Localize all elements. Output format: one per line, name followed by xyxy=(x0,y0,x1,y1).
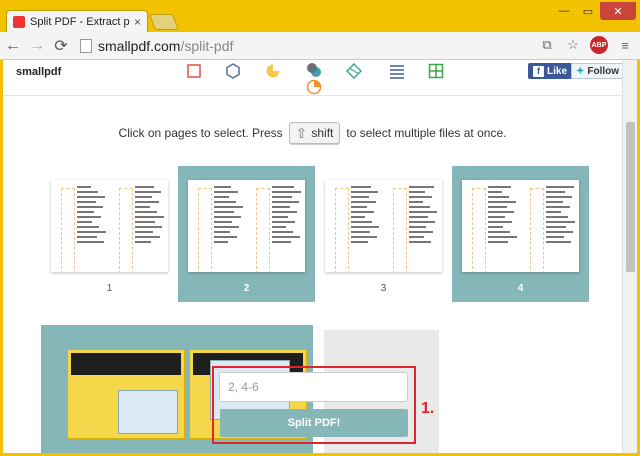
menu-icon[interactable]: ≡ xyxy=(616,36,634,54)
back-arrow-icon[interactable]: ← xyxy=(2,35,24,57)
pie-icon[interactable] xyxy=(306,79,322,95)
address-bar[interactable]: smallpdf.com/split-pdf xyxy=(80,35,550,57)
adblock-plus-icon[interactable]: ABP xyxy=(590,36,608,54)
page-number-label: 3 xyxy=(380,283,387,294)
instruction-after: to select multiple files at once. xyxy=(346,126,507,140)
list-icon[interactable] xyxy=(389,63,405,79)
facebook-icon: f xyxy=(533,65,544,77)
facebook-like-button[interactable]: f Like xyxy=(528,63,573,79)
shift-key: ⇧ shift xyxy=(288,122,341,144)
facebook-like-label: Like xyxy=(547,65,568,77)
minimize-button[interactable]: — xyxy=(552,2,576,20)
new-tab-button[interactable] xyxy=(149,14,179,30)
grid-icon[interactable] xyxy=(428,63,444,79)
page-preview xyxy=(188,180,305,272)
shift-arrow-icon: ⇧ xyxy=(295,124,308,141)
forward-arrow-icon[interactable]: → xyxy=(26,35,48,57)
page-screenshot xyxy=(67,349,185,439)
instruction-text: Click on pages to select. Press ⇧ shift … xyxy=(3,122,622,144)
pdf-favicon-icon xyxy=(13,15,25,28)
twitter-bird-icon: ✦ xyxy=(576,65,585,77)
reload-icon[interactable]: ⟳ xyxy=(50,35,72,57)
page-number-label: 2 xyxy=(243,283,250,294)
page-icon xyxy=(80,39,92,53)
tab-title: Split PDF - Extract pages xyxy=(30,15,130,28)
merge-icon[interactable] xyxy=(306,62,322,78)
toolbar-actions: ⧉ ☆ ABP ≡ xyxy=(538,36,634,54)
page-thumbnail[interactable]: 4 xyxy=(452,166,589,302)
ppt-icon[interactable] xyxy=(265,63,281,79)
shift-key-label: shift xyxy=(311,126,334,140)
site-logo[interactable]: smallpdf xyxy=(16,66,61,78)
split-icon[interactable] xyxy=(346,63,362,79)
browser-toolbar: ← → ⟳ smallpdf.com/split-pdf ⧉ ☆ ABP ≡ xyxy=(0,32,640,60)
browser-tab[interactable]: Split PDF - Extract pages × xyxy=(6,10,148,32)
compress-icon[interactable] xyxy=(186,63,202,79)
annotation-step-label: 1. xyxy=(421,400,435,417)
instruction-before: Click on pages to select. Press xyxy=(118,126,283,140)
annotation-highlight-box xyxy=(212,366,416,444)
page-number-label: 4 xyxy=(517,283,524,294)
page-thumbnail[interactable]: 1 xyxy=(41,166,178,302)
page-content: smallpdf f Like ✦ Follow Click on pages … xyxy=(3,60,637,453)
maximize-button[interactable]: ▭ xyxy=(576,2,600,20)
url-path: /split-pdf xyxy=(180,38,234,54)
scroll-thumb[interactable] xyxy=(626,122,635,272)
tab-close-icon[interactable]: × xyxy=(134,15,141,29)
close-window-button[interactable]: ✕ xyxy=(600,2,636,20)
translate-icon[interactable]: ⧉ xyxy=(538,36,556,54)
vertical-scrollbar[interactable] xyxy=(622,60,637,453)
title-bar: Split PDF - Extract pages × — ▭ ✕ xyxy=(0,0,640,32)
page-thumbnail[interactable]: 2 xyxy=(178,166,315,302)
url-host: smallpdf.com xyxy=(98,38,181,54)
page-thumbnail[interactable]: 3 xyxy=(315,166,452,302)
bookmark-star-icon[interactable]: ☆ xyxy=(564,36,582,54)
twitter-follow-button[interactable]: ✦ Follow xyxy=(571,63,625,79)
page-preview xyxy=(462,180,579,272)
page-preview xyxy=(325,180,442,272)
convert-icon[interactable] xyxy=(225,63,241,79)
twitter-follow-label: Follow xyxy=(587,65,620,77)
page-number-label: 1 xyxy=(106,283,113,294)
page-preview xyxy=(51,180,168,272)
site-header: smallpdf f Like ✦ Follow xyxy=(3,60,625,96)
